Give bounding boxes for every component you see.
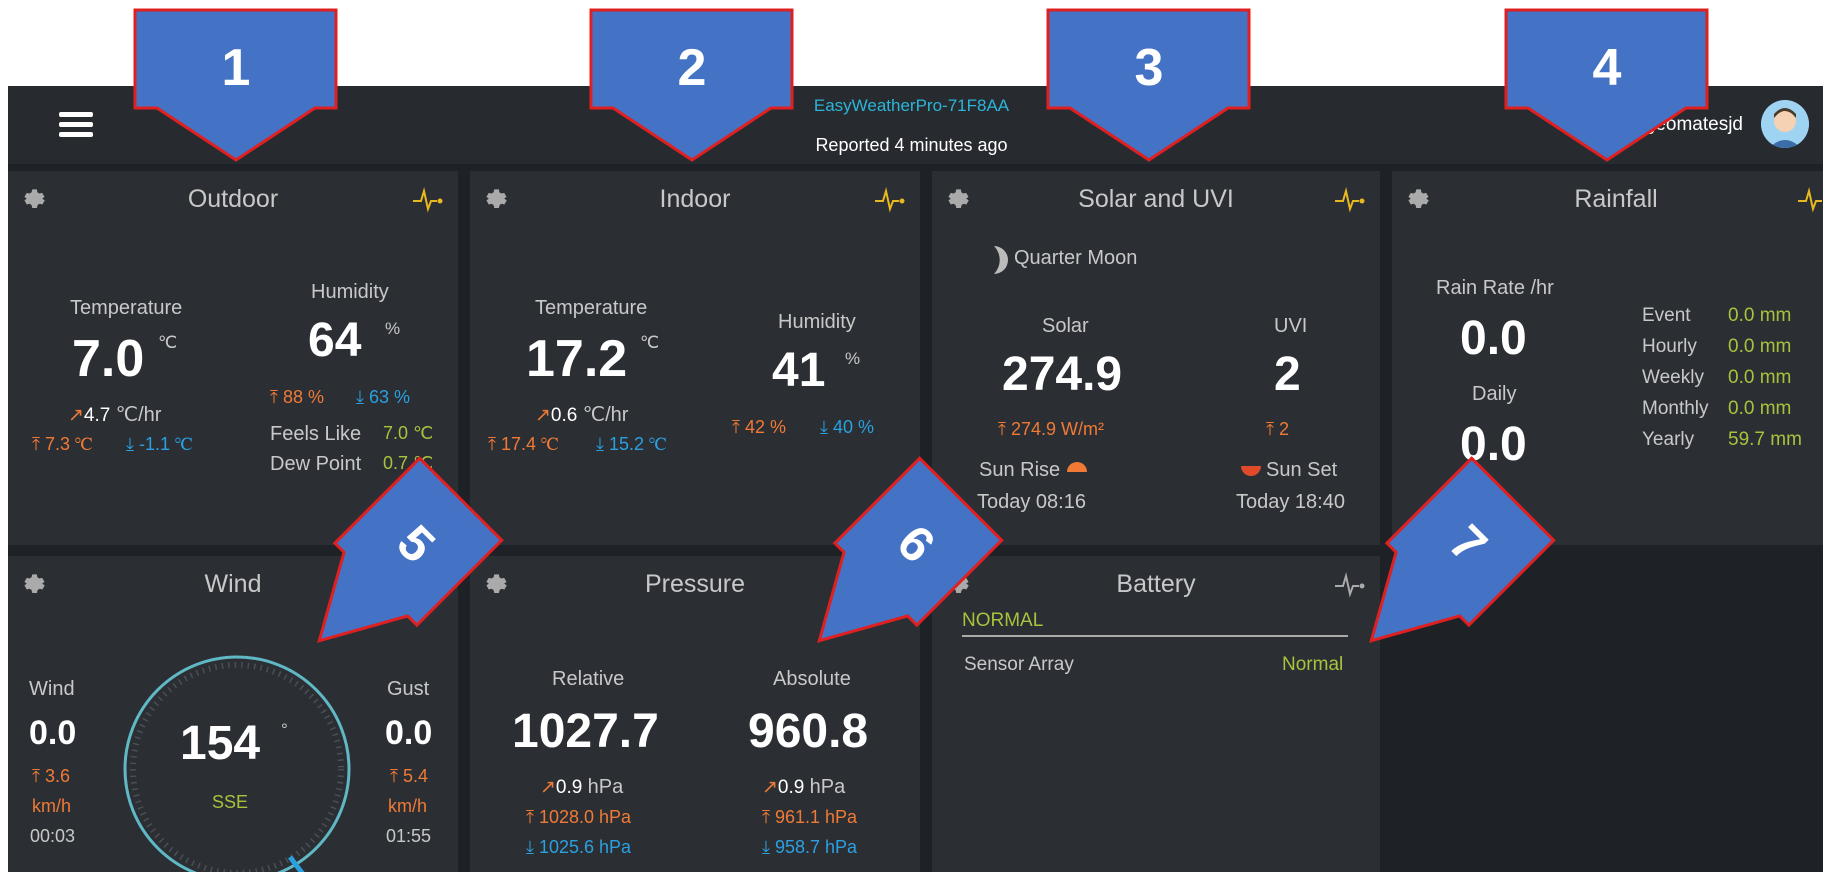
solar-high: ⤒ 274.9 W/m² (998, 419, 1104, 439)
humidity-label: Humidity (311, 281, 389, 303)
rain-row: Monthly 0.0 mm (1642, 398, 1792, 419)
temp-high: ⤒ 7.3 ℃ (32, 434, 93, 454)
humidity-value: 41 (772, 344, 826, 397)
callout-number: 2 (678, 39, 707, 97)
chart-icon[interactable] (1334, 185, 1366, 213)
avatar[interactable] (1761, 100, 1809, 148)
humidity-value: 64 (308, 314, 362, 367)
direction-unit: ° (281, 720, 288, 739)
rain-row: Weekly 0.0 mm (1642, 367, 1792, 388)
temp-value: 7.0 (72, 330, 145, 388)
callout-arrow: 3 (1046, 8, 1251, 162)
relative-value: 1027.7 (512, 705, 659, 758)
wind-value: 0.0 (29, 714, 77, 752)
callout-number: 4 (1593, 39, 1622, 97)
panel-title: Rainfall (1574, 185, 1658, 213)
temp-value: 17.2 (526, 330, 628, 388)
callout-arrow: 2 (589, 8, 794, 162)
temp-label: Temperature (535, 297, 648, 319)
callout-arrow: 4 (1504, 8, 1709, 162)
gust-time: 01:55 (386, 826, 432, 846)
wind-unit: km/h (32, 796, 72, 816)
chart-icon[interactable] (412, 185, 444, 213)
humidity-unit: % (385, 319, 401, 338)
solar-value: 274.9 (1002, 348, 1123, 401)
uvi-high: ⤒ 2 (1266, 419, 1289, 439)
panel-title: Indoor (659, 185, 731, 213)
relative-rate: ↗0.9 hPa (540, 776, 624, 798)
humidity-low: ⤓ 40 % (820, 417, 874, 437)
wind-direction: 154 (180, 717, 261, 770)
absolute-rate: ↗0.9 hPa (762, 776, 846, 798)
humidity-high: ⤒ 88 % (270, 387, 324, 407)
uvi-value: 2 (1274, 348, 1301, 401)
rain-row: Hourly 0.0 mm (1642, 336, 1792, 357)
sunset-icon (1241, 466, 1261, 476)
rain-row: Yearly 59.7 mm (1642, 429, 1802, 450)
rain-row: Event 0.0 mm (1642, 305, 1792, 326)
moon-icon (994, 246, 1008, 274)
temp-unit: ℃ (158, 333, 178, 352)
relative-low: ⤓ 1025.6 hPa (526, 837, 632, 857)
absolute-low: ⤓ 958.7 hPa (762, 837, 858, 857)
uvi-label: UVI (1274, 315, 1308, 337)
absolute-value: 960.8 (748, 705, 869, 758)
wind-high: ⤒ 3.6 (32, 766, 70, 786)
temp-low: ⤓ 15.2 ℃ (596, 434, 667, 454)
humidity-label: Humidity (778, 311, 856, 333)
solar-label: Solar (1042, 315, 1089, 337)
gust-unit: km/h (388, 796, 428, 816)
direction-name: SSE (212, 792, 249, 812)
daily-label: Daily (1472, 383, 1517, 405)
temp-rate: ↗0.6 ℃/hr (535, 404, 629, 426)
gust-high: ⤒ 5.4 (390, 766, 428, 786)
moon-phase: Quarter Moon (1014, 247, 1138, 269)
temp-label: Temperature (70, 297, 183, 319)
sunrise-icon (1067, 462, 1087, 472)
callout-arrow: 6 (817, 456, 1004, 643)
callout-number: 3 (1135, 39, 1164, 97)
panel-title: Outdoor (187, 185, 279, 213)
temp-rate: ↗4.7 ℃/hr (68, 404, 162, 426)
humidity-high: ⤒ 42 % (732, 417, 786, 437)
rain-rate-label: Rain Rate /hr (1436, 277, 1554, 299)
callout-arrow: 7 (1369, 456, 1556, 643)
temp-unit: ℃ (640, 333, 660, 352)
relative-high: ⤒ 1028.0 hPa (526, 807, 632, 827)
wind-label: Wind (29, 678, 75, 700)
gust-value: 0.0 (385, 714, 433, 752)
relative-label: Relative (552, 668, 625, 690)
rain-totals: Event 0.0 mm Hourly 0.0 mm Weekly 0.0 mm Mo… (1642, 305, 1802, 460)
wind-time: 00:03 (30, 826, 76, 846)
callout-arrow: 1 (133, 8, 338, 162)
humidity-unit: % (845, 349, 861, 368)
callout-number: 1 (222, 39, 251, 97)
temp-low: ⤓ -1.1 ℃ (126, 434, 193, 454)
rain-rate-value: 0.0 (1460, 312, 1527, 365)
chart-icon[interactable] (1797, 185, 1823, 213)
chart-icon[interactable] (874, 185, 906, 213)
panel-title: Solar and UVI (1078, 185, 1234, 213)
absolute-high: ⤒ 961.1 hPa (762, 807, 858, 827)
callout-arrow: 5 (317, 456, 504, 643)
humidity-low: ⤓ 63 % (356, 387, 410, 407)
